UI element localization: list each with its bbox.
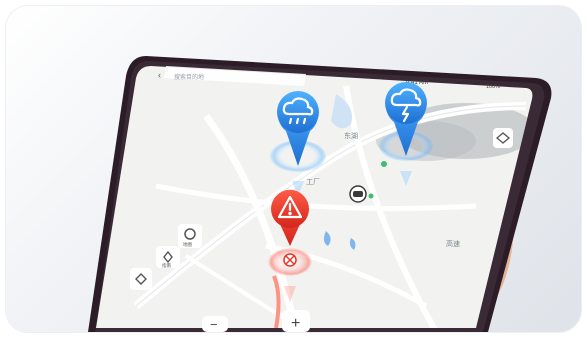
zoom-out-button[interactable]: −: [202, 316, 228, 332]
layer-toggle-button[interactable]: [493, 128, 513, 148]
search-input[interactable]: 搜索目的地: [174, 73, 204, 81]
side-button-fan[interactable]: 地图: [178, 224, 202, 248]
photo-card: 东湖 工厂 高速 9:41 AM 100% 搜索目的地 ‹ 地图 指南 + −: [6, 6, 581, 332]
map-label: 东湖: [344, 131, 358, 140]
map-label: 工厂: [306, 178, 320, 186]
svg-text:指南: 指南: [162, 262, 171, 269]
side-button-layers[interactable]: [130, 268, 152, 290]
phone-in-hand-illustration: 东湖 工厂 高速 9:41 AM 100% 搜索目的地 ‹ 地图 指南 + −: [88, 56, 552, 332]
side-button-label: 地图: [183, 241, 192, 248]
svg-text:+: +: [291, 315, 300, 332]
side-button-compass[interactable]: 指南: [156, 246, 180, 269]
phone: 东湖 工厂 高速 9:41 AM 100% 搜索目的地 ‹ 地图 指南 + −: [88, 56, 552, 332]
vehicle-icon: [349, 185, 367, 203]
svg-text:−: −: [210, 317, 218, 332]
zoom-in-button[interactable]: +: [282, 310, 310, 332]
map-label: 高速: [446, 239, 460, 248]
back-arrow-icon[interactable]: ‹: [158, 70, 161, 80]
status-battery: 100%: [486, 84, 500, 90]
